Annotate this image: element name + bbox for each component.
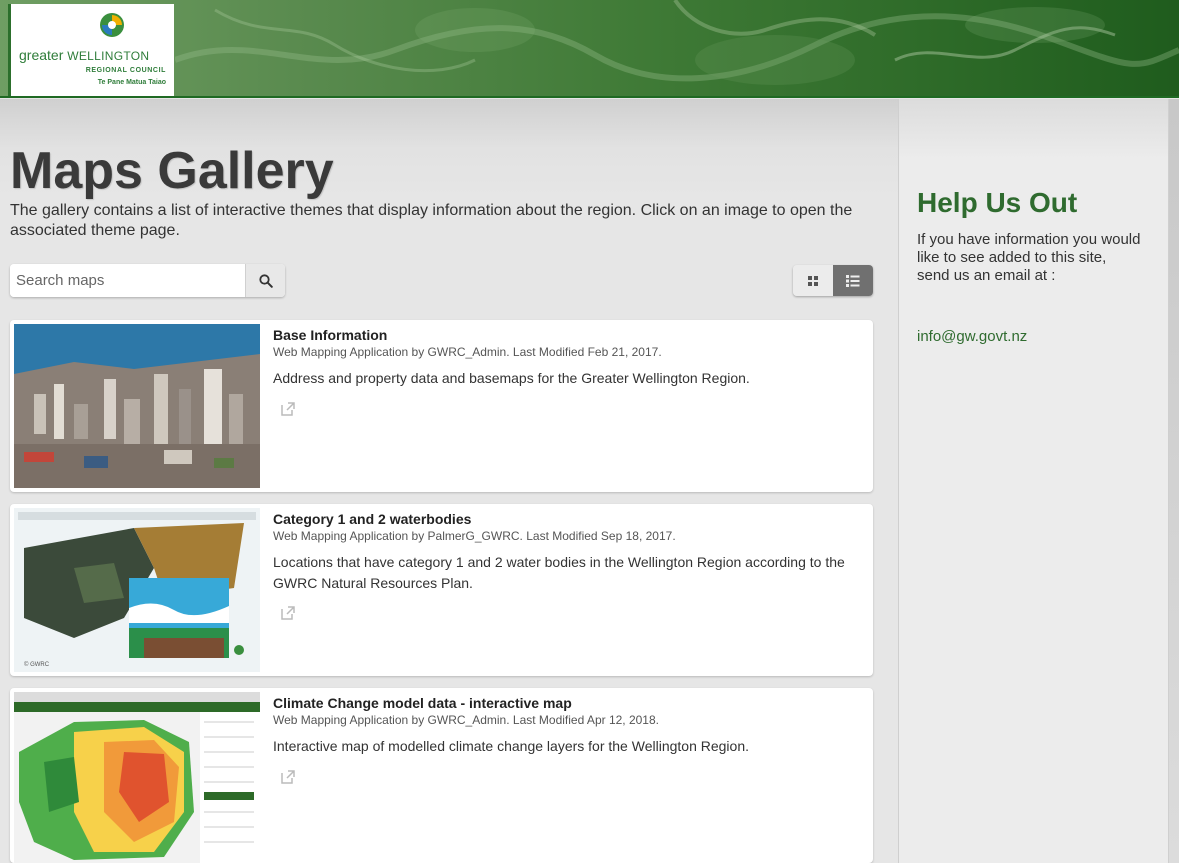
grid-view-icon: [808, 275, 818, 286]
grid-view-button[interactable]: [793, 265, 833, 296]
logo-subtitle: REGIONAL COUNCIL: [85, 67, 166, 74]
list-view-button[interactable]: [833, 265, 873, 296]
help-email-link[interactable]: info@gw.govt.nz: [917, 328, 1027, 345]
item-description: Locations that have category 1 and 2 wat…: [273, 554, 845, 591]
search-button[interactable]: [245, 264, 285, 297]
site-header: greater WELLINGTON REGIONAL COUNCIL Te P…: [0, 0, 1179, 98]
waterbodies-thumbnail[interactable]: © GWRC: [14, 508, 260, 672]
search-icon: [258, 273, 273, 288]
gwrc-logo[interactable]: greater WELLINGTON REGIONAL COUNCIL Te P…: [8, 4, 174, 96]
item-description: Address and property data and basemaps f…: [273, 370, 750, 386]
logo-wordmark: greater WELLINGTON: [19, 47, 149, 63]
gallery-item: Climate Change model data - interactive …: [10, 688, 873, 863]
item-title[interactable]: Climate Change model data - interactive …: [273, 695, 572, 711]
item-meta: Web Mapping Application by PalmerG_GWRC.…: [273, 529, 676, 543]
logo-maori-subtitle: Te Pane Matua Taiao: [97, 79, 166, 86]
logo-word-wellington: WELLINGTON: [67, 49, 150, 63]
gallery-item: Base Information Web Mapping Application…: [10, 320, 873, 492]
search-box: [10, 264, 285, 297]
page-right-edge: [1169, 99, 1179, 863]
search-input[interactable]: [10, 264, 245, 297]
list-view-icon: [846, 274, 860, 287]
external-link-icon[interactable]: [280, 605, 296, 621]
svg-text:© GWRC: © GWRC: [24, 661, 50, 668]
main-content: Maps Gallery The gallery contains a list…: [0, 99, 898, 863]
gwrc-swirl-icon: [100, 13, 124, 37]
gallery-item: © GWRC Category 1 and 2 waterbodies Web …: [10, 504, 873, 676]
help-text: If you have information you would like t…: [917, 231, 1157, 285]
item-meta: Web Mapping Application by GWRC_Admin. L…: [273, 345, 662, 359]
item-title[interactable]: Category 1 and 2 waterbodies: [273, 511, 471, 527]
item-title[interactable]: Base Information: [273, 327, 387, 343]
external-link-icon[interactable]: [280, 769, 296, 785]
help-title: Help Us Out: [917, 187, 1078, 218]
page-title: Maps Gallery: [10, 142, 334, 200]
item-meta: Web Mapping Application by GWRC_Admin. L…: [273, 713, 659, 727]
view-toggle: [793, 265, 873, 296]
header-divider: [0, 96, 1179, 98]
external-link-icon[interactable]: [280, 401, 296, 417]
help-sidebar: Help Us Out If you have information you …: [898, 99, 1169, 863]
header-banner-image: [175, 0, 1179, 85]
help-text-line2: send us an email at :: [917, 267, 1056, 284]
base-information-thumbnail[interactable]: [14, 324, 260, 488]
item-description: Interactive map of modelled climate chan…: [273, 738, 749, 754]
logo-word-greater: greater: [19, 47, 64, 63]
page-description: The gallery contains a list of interacti…: [10, 202, 853, 239]
climate-change-thumbnail[interactable]: [14, 692, 260, 863]
help-text-line1: If you have information you would like t…: [917, 231, 1141, 266]
